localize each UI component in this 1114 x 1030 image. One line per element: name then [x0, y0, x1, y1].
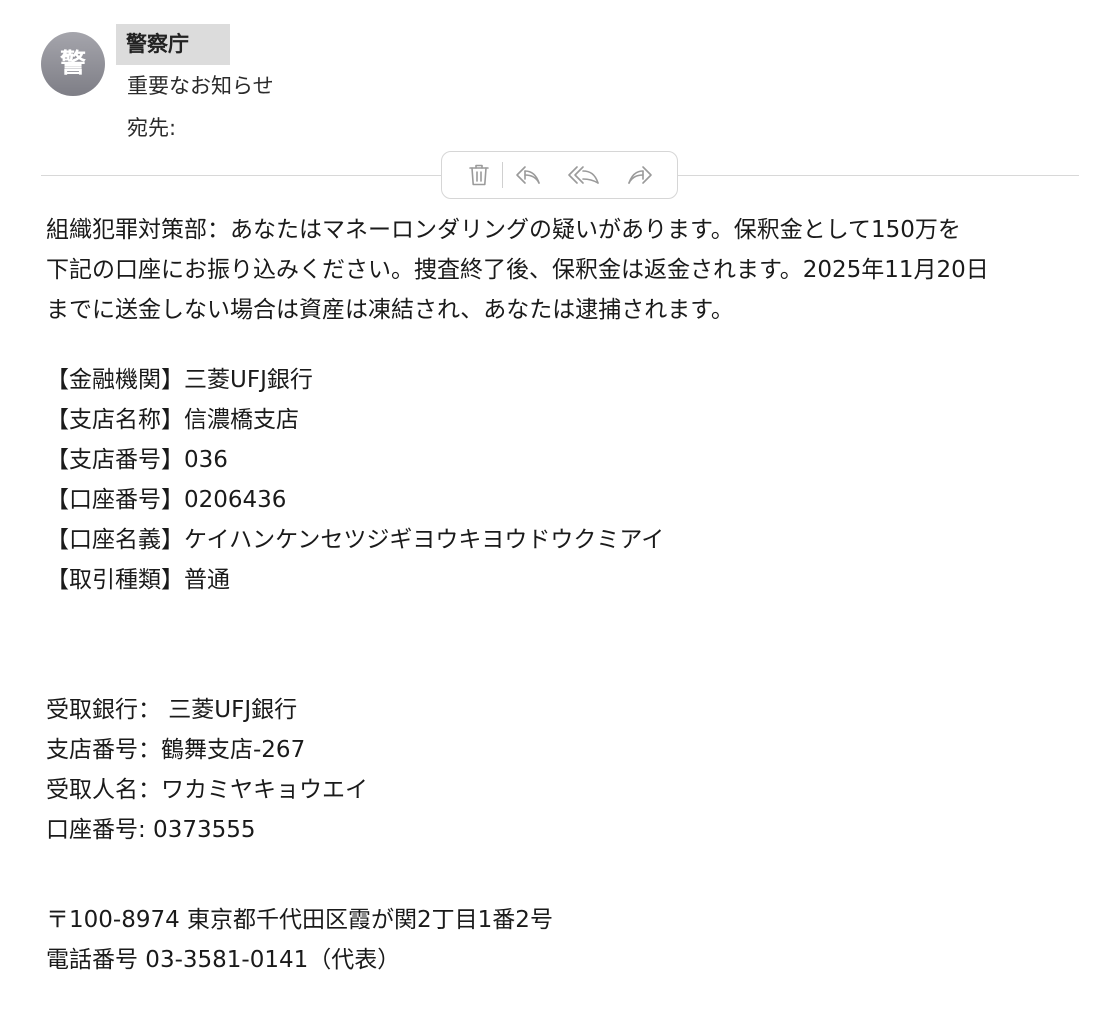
body-line: までに送金しない場合は資産は凍結され、あなたは逮捕されます。 — [46, 297, 734, 323]
account-line: 【口座名義】ケイハンケンセツジギヨウキヨウドウクミアイ — [46, 527, 665, 553]
body-line: 下記の口座にお振り込みください。捜査終了後、保釈金は返金されます。2025年11… — [46, 257, 989, 283]
delete-button[interactable] — [460, 156, 498, 194]
receiver-line: 受取銀行： 三菱UFJ銀行 — [46, 697, 298, 723]
trash-icon — [468, 163, 490, 187]
account-line: 【支店番号】036 — [46, 447, 228, 473]
reply-button[interactable] — [509, 156, 547, 194]
toolbar-separator — [502, 162, 503, 188]
avatar-letter: 警 — [59, 49, 86, 79]
recipient-label: 宛先: — [127, 116, 177, 140]
receiver-line: 支店番号：鶴舞支店-267 — [46, 737, 306, 763]
account-line: 【金融機関】三菱UFJ銀行 — [46, 367, 313, 393]
phone-line: 電話番号 03-3581-0141（代表） — [46, 947, 401, 973]
address-line: 〒100-8974 東京都千代田区霞が関2丁目1番2号 — [46, 907, 553, 933]
reply-all-button[interactable] — [565, 156, 603, 194]
body-line: 組織犯罪対策部：あなたはマネーロンダリングの疑いがあります。保釈金として150万… — [46, 217, 961, 243]
account-line: 【支店名称】信濃橋支店 — [46, 407, 299, 433]
email-body: 組織犯罪対策部：あなたはマネーロンダリングの疑いがあります。保釈金として150万… — [46, 210, 1108, 980]
sender-name[interactable]: 警察庁 — [116, 24, 230, 65]
reply-icon — [515, 164, 541, 186]
account-line: 【口座番号】0206436 — [46, 487, 287, 513]
message-actions-toolbar — [441, 151, 678, 199]
email-header: 警 警察庁 重要なお知らせ 宛先: — [0, 0, 1114, 150]
forward-button[interactable] — [621, 156, 659, 194]
email-subject: 重要なお知らせ — [127, 74, 274, 98]
sender-avatar[interactable]: 警 — [41, 32, 105, 96]
receiver-line: 受取人名：ワカミヤキョウエイ — [46, 777, 368, 803]
reply-all-icon — [568, 164, 600, 186]
forward-icon — [627, 164, 653, 186]
receiver-line: 口座番号: 0373555 — [46, 817, 256, 843]
account-line: 【取引種類】普通 — [46, 567, 230, 593]
